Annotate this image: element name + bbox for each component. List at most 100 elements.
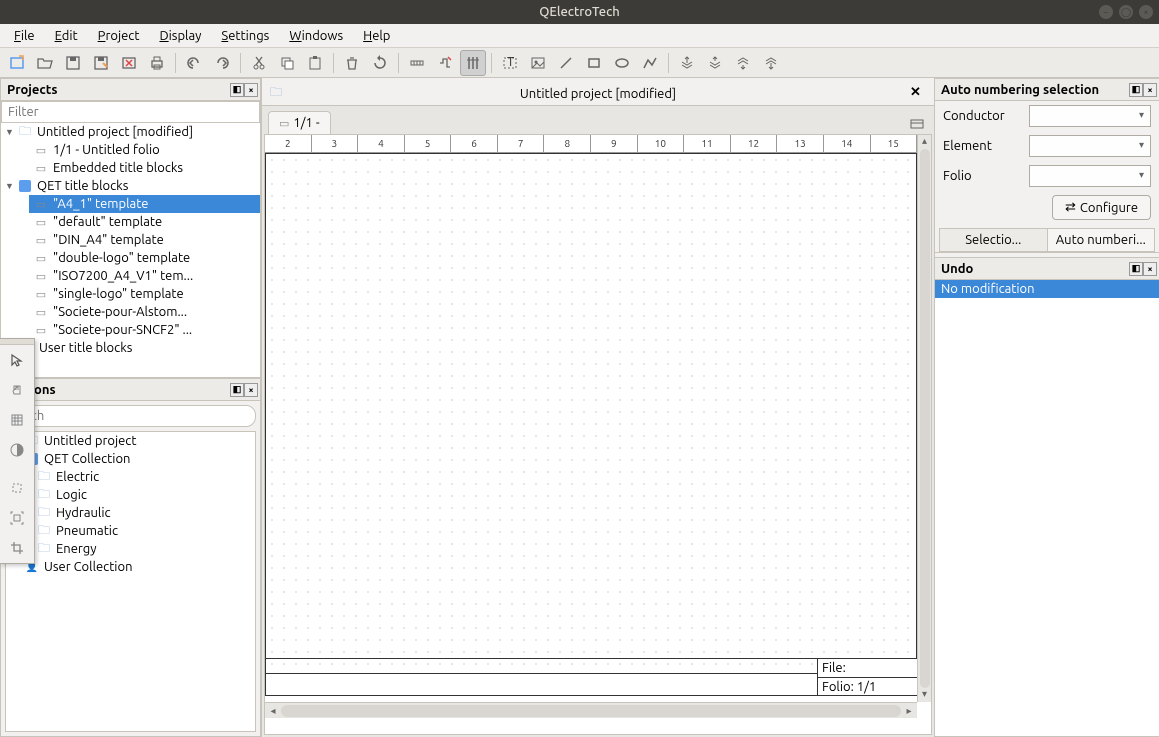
rotate-icon[interactable] xyxy=(367,50,393,76)
folio-tab[interactable]: 1/1 - xyxy=(268,111,331,134)
panel-close-button[interactable]: × xyxy=(244,383,258,397)
folio-props-button[interactable] xyxy=(906,114,928,134)
folder-icon xyxy=(36,470,52,484)
panel-close-button[interactable]: × xyxy=(244,83,258,97)
polyline-icon[interactable] xyxy=(637,50,663,76)
close-document-button[interactable]: ✕ xyxy=(910,85,926,101)
titlebar: QElectroTech – ◯ × xyxy=(0,0,1159,24)
panel-undock-button[interactable]: ◧ xyxy=(230,383,244,397)
bg-color-icon[interactable] xyxy=(0,435,34,465)
category-energy[interactable]: ▸Energy xyxy=(20,540,255,558)
folio-item[interactable]: 1/1 - Untitled folio xyxy=(29,141,260,159)
document-tabbar: Untitled project [modified] ✕ xyxy=(262,78,934,106)
depth-front-icon[interactable] xyxy=(674,50,700,76)
template-a4-1[interactable]: "A4_1" template xyxy=(29,195,260,213)
menu-file[interactable]: File xyxy=(6,27,43,45)
auto-conductor-icon[interactable] xyxy=(460,50,486,76)
depth-raise-icon[interactable] xyxy=(702,50,728,76)
text-icon[interactable]: T xyxy=(497,50,523,76)
project-root[interactable]: ▼Untitled project [modified] xyxy=(1,123,260,141)
template-din-a4[interactable]: "DIN_A4" template xyxy=(29,231,260,249)
print-icon[interactable] xyxy=(144,50,170,76)
minimize-button[interactable]: – xyxy=(1099,5,1113,19)
panel-undock-button[interactable]: ◧ xyxy=(230,83,244,97)
collection-project[interactable]: Untitled project xyxy=(20,432,255,450)
horizontal-scrollbar[interactable]: ◂▸ xyxy=(265,702,917,718)
close-button[interactable]: × xyxy=(1139,5,1153,19)
menu-settings[interactable]: Settings xyxy=(213,27,277,45)
menu-display[interactable]: Display xyxy=(151,27,209,45)
category-pneumatic[interactable]: ▸Pneumatic xyxy=(20,522,255,540)
configure-button[interactable]: ⇄ Configure xyxy=(1052,195,1151,220)
panel-close-button[interactable]: × xyxy=(1143,83,1157,97)
folder-icon xyxy=(36,542,52,556)
cut-icon[interactable] xyxy=(246,50,272,76)
page-icon xyxy=(33,323,49,337)
drawing-canvas[interactable]: 2 3 4 5 6 7 8 9 10 11 12 13 14 15 File: … xyxy=(264,134,932,735)
category-logic[interactable]: ▸Logic xyxy=(20,486,255,504)
menu-windows[interactable]: Windows xyxy=(281,27,351,45)
rectangle-icon[interactable] xyxy=(581,50,607,76)
redo-icon[interactable] xyxy=(209,50,235,76)
maximize-button[interactable]: ◯ xyxy=(1119,5,1133,19)
delete-icon[interactable] xyxy=(339,50,365,76)
conductor-combo[interactable] xyxy=(1029,105,1151,127)
collections-search-input[interactable] xyxy=(5,405,256,427)
category-electric[interactable]: ▸Electric xyxy=(20,468,255,486)
crop-icon[interactable] xyxy=(0,533,34,563)
depth-back-icon[interactable] xyxy=(758,50,784,76)
folio-label: Folio xyxy=(943,169,1023,183)
template-iso7200[interactable]: "ISO7200_A4_V1" tem... xyxy=(29,267,260,285)
new-project-icon[interactable] xyxy=(4,50,30,76)
copy-icon[interactable] xyxy=(274,50,300,76)
undo-entry[interactable]: No modification xyxy=(935,280,1159,298)
mode-toolbar[interactable] xyxy=(0,338,35,564)
user-collection[interactable]: User Collection xyxy=(20,558,255,576)
selection-rect-icon[interactable] xyxy=(0,473,34,503)
template-sncf2[interactable]: "Societe-pour-SNCF2" ... xyxy=(29,321,260,339)
template-double-logo[interactable]: "double-logo" template xyxy=(29,249,260,267)
menu-edit[interactable]: Edit xyxy=(47,27,86,45)
image-icon[interactable] xyxy=(525,50,551,76)
line-icon[interactable] xyxy=(553,50,579,76)
depth-lower-icon[interactable] xyxy=(730,50,756,76)
save-as-icon[interactable] xyxy=(88,50,114,76)
element-combo[interactable] xyxy=(1029,135,1151,157)
template-default[interactable]: "default" template xyxy=(29,213,260,231)
multiconductor-icon[interactable] xyxy=(404,50,430,76)
user-title-blocks[interactable]: User title blocks xyxy=(15,339,260,357)
template-alstom[interactable]: "Societe-pour-Alstom... xyxy=(29,303,260,321)
vertical-scrollbar[interactable]: ▴▾ xyxy=(917,135,931,702)
template-single-logo[interactable]: "single-logo" template xyxy=(29,285,260,303)
menu-project[interactable]: Project xyxy=(90,27,148,45)
undo-icon[interactable] xyxy=(181,50,207,76)
embedded-blocks[interactable]: Embedded title blocks xyxy=(29,159,260,177)
tab-auto-numbering[interactable]: Auto numberi... xyxy=(1048,229,1155,251)
project-folder-icon[interactable] xyxy=(266,83,286,103)
grid-mode-icon[interactable] xyxy=(0,405,34,435)
tab-selection[interactable]: Selectio... xyxy=(940,229,1048,251)
paste-icon[interactable] xyxy=(302,50,328,76)
panel-undock-button[interactable]: ◧ xyxy=(1129,262,1143,276)
folio-combo[interactable] xyxy=(1029,165,1151,187)
close-project-icon[interactable] xyxy=(116,50,142,76)
select-mode-icon[interactable] xyxy=(0,345,34,375)
panel-undock-button[interactable]: ◧ xyxy=(1129,83,1143,97)
menu-help[interactable]: Help xyxy=(355,27,398,45)
zoom-fit-icon[interactable] xyxy=(0,503,34,533)
panel-close-button[interactable]: × xyxy=(1143,262,1157,276)
projects-filter-input[interactable] xyxy=(1,101,260,123)
page-icon xyxy=(33,269,49,283)
page-icon xyxy=(33,251,49,265)
category-hydraulic[interactable]: ▸Hydraulic xyxy=(20,504,255,522)
pan-mode-icon[interactable] xyxy=(0,375,34,405)
save-icon[interactable] xyxy=(60,50,86,76)
folder-icon xyxy=(36,524,52,538)
app-title: QElectroTech xyxy=(539,5,620,19)
qet-collection[interactable]: QET Collection xyxy=(20,450,255,468)
menubar: File Edit Project Display Settings Windo… xyxy=(0,24,1159,48)
qet-title-blocks[interactable]: ▼QET title blocks xyxy=(1,177,260,195)
ellipse-icon[interactable] xyxy=(609,50,635,76)
open-icon[interactable] xyxy=(32,50,58,76)
conductor-reset-icon[interactable] xyxy=(432,50,458,76)
